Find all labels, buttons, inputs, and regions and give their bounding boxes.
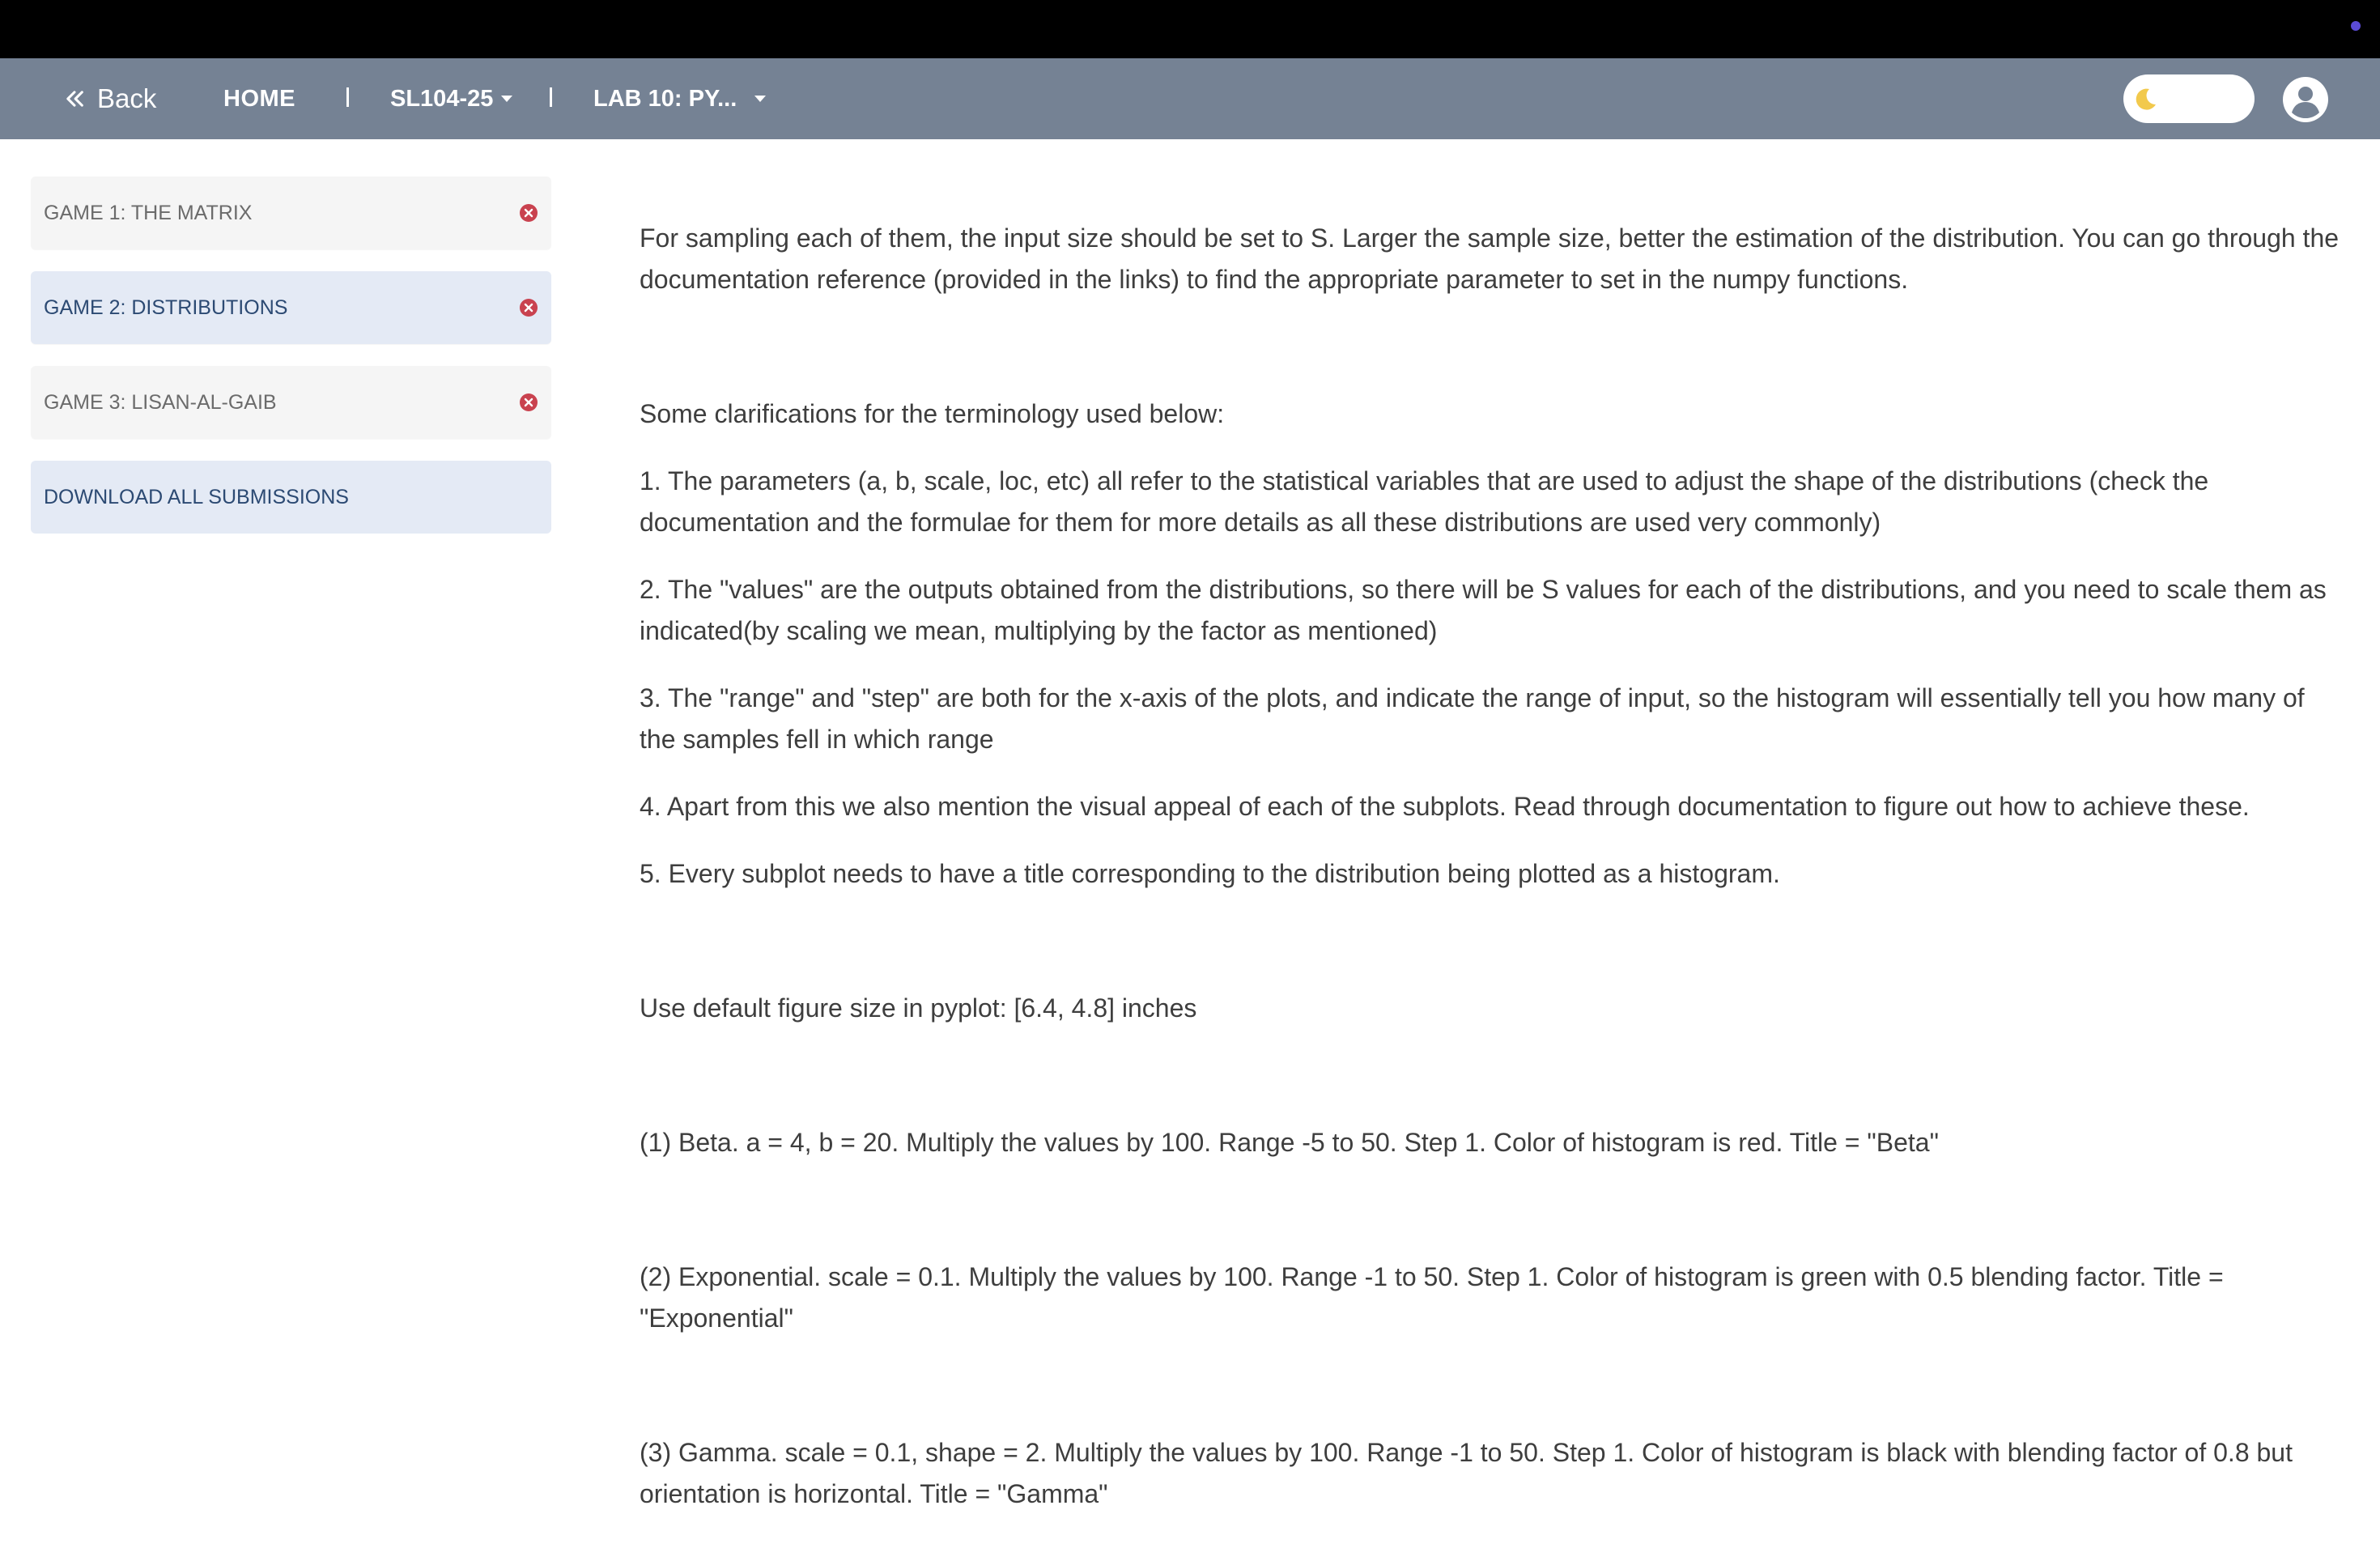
status-dot-icon xyxy=(2351,21,2361,31)
lab-dropdown-label: LAB 10: PY... xyxy=(593,85,737,112)
close-circle-icon[interactable] xyxy=(519,393,538,412)
user-avatar-icon[interactable] xyxy=(2282,76,2329,123)
figsize-note: Use default figure size in pyplot: [6.4,… xyxy=(640,993,1197,1023)
task-item: (1) Beta. a = 4, b = 20. Multiply the va… xyxy=(640,1128,1939,1157)
sidebar-item-label: GAME 3: LISAN-AL-GAIB xyxy=(44,390,277,414)
navbar: Back HOME SL104-25 LAB 10: PY... xyxy=(0,58,2380,139)
clarification-item: 4. Apart from this we also mention the v… xyxy=(640,792,2250,821)
task-item: (2) Exponential. scale = 0.1. Multiply t… xyxy=(640,1262,2224,1333)
moon-icon xyxy=(2136,88,2156,110)
sidebar-item-label: GAME 2: DISTRIBUTIONS xyxy=(44,296,288,319)
back-label: Back xyxy=(97,83,157,113)
clarifications-heading: Some clarifications for the terminology … xyxy=(640,399,1225,428)
intro-paragraph: For sampling each of them, the input siz… xyxy=(640,223,2340,294)
sidebar-item-game-2[interactable]: GAME 2: DISTRIBUTIONS xyxy=(31,271,551,344)
clarification-item: 5. Every subplot needs to have a title c… xyxy=(640,859,1780,888)
back-button[interactable]: Back xyxy=(63,58,156,139)
task-item: (3) Gamma. scale = 0.1, shape = 2. Multi… xyxy=(640,1438,2293,1508)
nav-separator xyxy=(550,87,552,107)
system-top-bar xyxy=(0,0,2380,58)
download-all-submissions-button[interactable]: DOWNLOAD ALL SUBMISSIONS xyxy=(31,461,551,534)
double-chevron-left-icon xyxy=(66,91,83,107)
caret-down-icon xyxy=(754,96,767,102)
clarification-item: 1. The parameters (a, b, scale, loc, etc… xyxy=(640,466,2209,537)
clarification-item: 3. The "range" and "step" are both for t… xyxy=(640,683,2305,754)
sidebar-item-label: GAME 1: THE MATRIX xyxy=(44,201,253,224)
sidebar-item-game-1[interactable]: GAME 1: THE MATRIX xyxy=(31,176,551,249)
course-dropdown-label: SL104-25 xyxy=(390,85,494,112)
nav-separator xyxy=(346,87,349,107)
sidebar: GAME 1: THE MATRIX GAME 2: DISTRIBUTIONS… xyxy=(31,176,551,534)
close-circle-icon[interactable] xyxy=(519,298,538,317)
clarification-item: 2. The "values" are the outputs obtained… xyxy=(640,575,2327,645)
theme-toggle[interactable] xyxy=(2123,74,2255,123)
problem-description: For sampling each of them, the input siz… xyxy=(640,162,2340,1515)
course-dropdown[interactable]: SL104-25 xyxy=(390,58,513,139)
close-circle-icon[interactable] xyxy=(519,203,538,223)
caret-down-icon xyxy=(501,96,513,102)
home-link[interactable]: HOME xyxy=(223,58,295,139)
lab-dropdown[interactable]: LAB 10: PY... xyxy=(593,58,767,139)
sidebar-item-game-3[interactable]: GAME 3: LISAN-AL-GAIB xyxy=(31,366,551,439)
